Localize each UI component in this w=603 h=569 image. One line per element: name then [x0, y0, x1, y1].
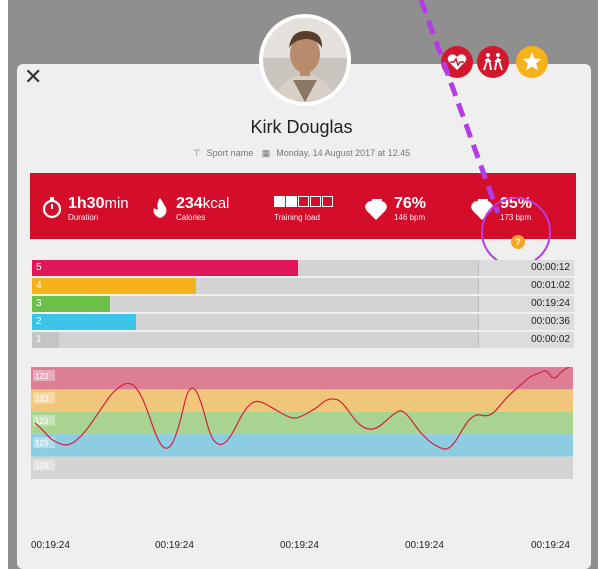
- zone-bar: [50, 314, 136, 330]
- heart-rate-chart: 123 123 123 123 123: [31, 366, 573, 479]
- zone-band: [31, 456, 573, 479]
- annotation-arrow: [418, 0, 501, 214]
- zone-time: 00:00:02: [478, 332, 574, 348]
- zone-bar: [50, 332, 59, 348]
- zone-row: 3 00:19:24: [32, 296, 574, 312]
- heart-rate-zones: 5 00:00:12 4 00:01:02 3 00:19:24 2 00:00:36 1 00:…: [32, 260, 574, 350]
- x-tick-label: 00:19:24: [531, 540, 570, 551]
- zone-bar: [50, 278, 196, 294]
- zone-number: 3: [32, 296, 50, 312]
- zone-number: 2: [32, 314, 50, 330]
- zone-band-label: 123: [35, 372, 49, 381]
- zone-bar: [50, 260, 298, 276]
- zone-band-label: 123: [35, 394, 49, 403]
- zone-bar: [50, 296, 110, 312]
- zone-number: 4: [32, 278, 50, 294]
- annotation-circle: [481, 197, 551, 267]
- zone-number: 5: [32, 260, 50, 276]
- zone-band: [31, 411, 573, 435]
- zone-time: 00:01:02: [478, 278, 574, 294]
- zone-band-label: 123: [35, 462, 49, 471]
- zone-time: 00:00:36: [478, 314, 574, 330]
- zone-band: [31, 434, 573, 457]
- zone-band: [31, 367, 573, 390]
- x-tick-label: 00:19:24: [31, 540, 70, 551]
- zone-row: 4 00:01:02: [32, 278, 574, 294]
- zone-time: 00:00:12: [478, 260, 574, 276]
- x-tick-label: 00:19:24: [280, 540, 319, 551]
- zone-number: 1: [32, 332, 50, 348]
- zone-row: 2 00:00:36: [32, 314, 574, 330]
- zone-band-label: 123: [35, 439, 49, 448]
- x-tick-label: 00:19:24: [405, 540, 444, 551]
- zone-row: 5 00:00:12: [32, 260, 574, 276]
- x-tick-label: 00:19:24: [155, 540, 194, 551]
- zone-time: 00:19:24: [478, 296, 574, 312]
- zone-row: 1 00:00:02: [32, 332, 574, 348]
